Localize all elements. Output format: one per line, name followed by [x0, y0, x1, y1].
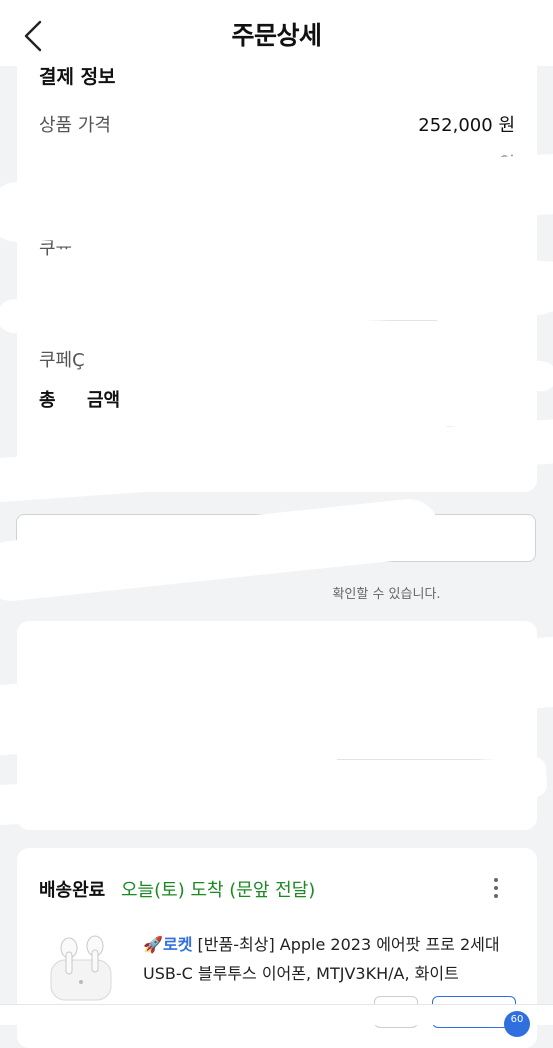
delivery-status: 배송완료 — [39, 880, 106, 901]
delivery-info-card — [0, 621, 553, 830]
kebab-icon[interactable] — [493, 878, 499, 900]
notice-text-label: 확인할 수 있습니다. — [332, 587, 441, 602]
rocket-icon: 🚀 — [143, 935, 163, 954]
payment-section-title: 결제 정보 — [39, 66, 116, 88]
rocket-label: 로켓 — [163, 935, 193, 954]
arrival-info: 오늘(토) 도착 (문앞 전달) — [121, 880, 316, 901]
redaction-mark — [0, 634, 553, 758]
product-price-value: 252,000 원 — [418, 115, 515, 136]
product-title[interactable]: 🚀로켓 [반품-최상] Apple 2023 에어팟 프로 2세대 USB-C … — [143, 930, 521, 988]
redaction-mark — [0, 416, 553, 504]
chat-badge[interactable]: 60 — [504, 1011, 530, 1037]
bottom-bar — [0, 1004, 553, 1025]
redaction-mark — [96, 337, 553, 393]
redaction-mark — [0, 152, 553, 244]
total-label: 총 — [39, 390, 56, 411]
product-price-label: 상품 가격 — [39, 115, 111, 136]
product-image[interactable] — [45, 924, 117, 1004]
redaction-mark — [0, 756, 548, 826]
coupon-label-2: 쿠페Ç — [39, 350, 85, 371]
app-header: 주문상세 — [0, 0, 553, 66]
page-title: 주문상세 — [231, 21, 322, 50]
payment-info-card: 결제 정보 상품 가격 252,000 원 원 쿠ᅲ 쿠페Ç 총 금액 — [0, 50, 553, 504]
product-title-text: [반품-최상] Apple 2023 에어팟 프로 2세대 USB-C 블루투스… — [143, 935, 500, 983]
total-suffix: 금액 — [87, 390, 121, 411]
